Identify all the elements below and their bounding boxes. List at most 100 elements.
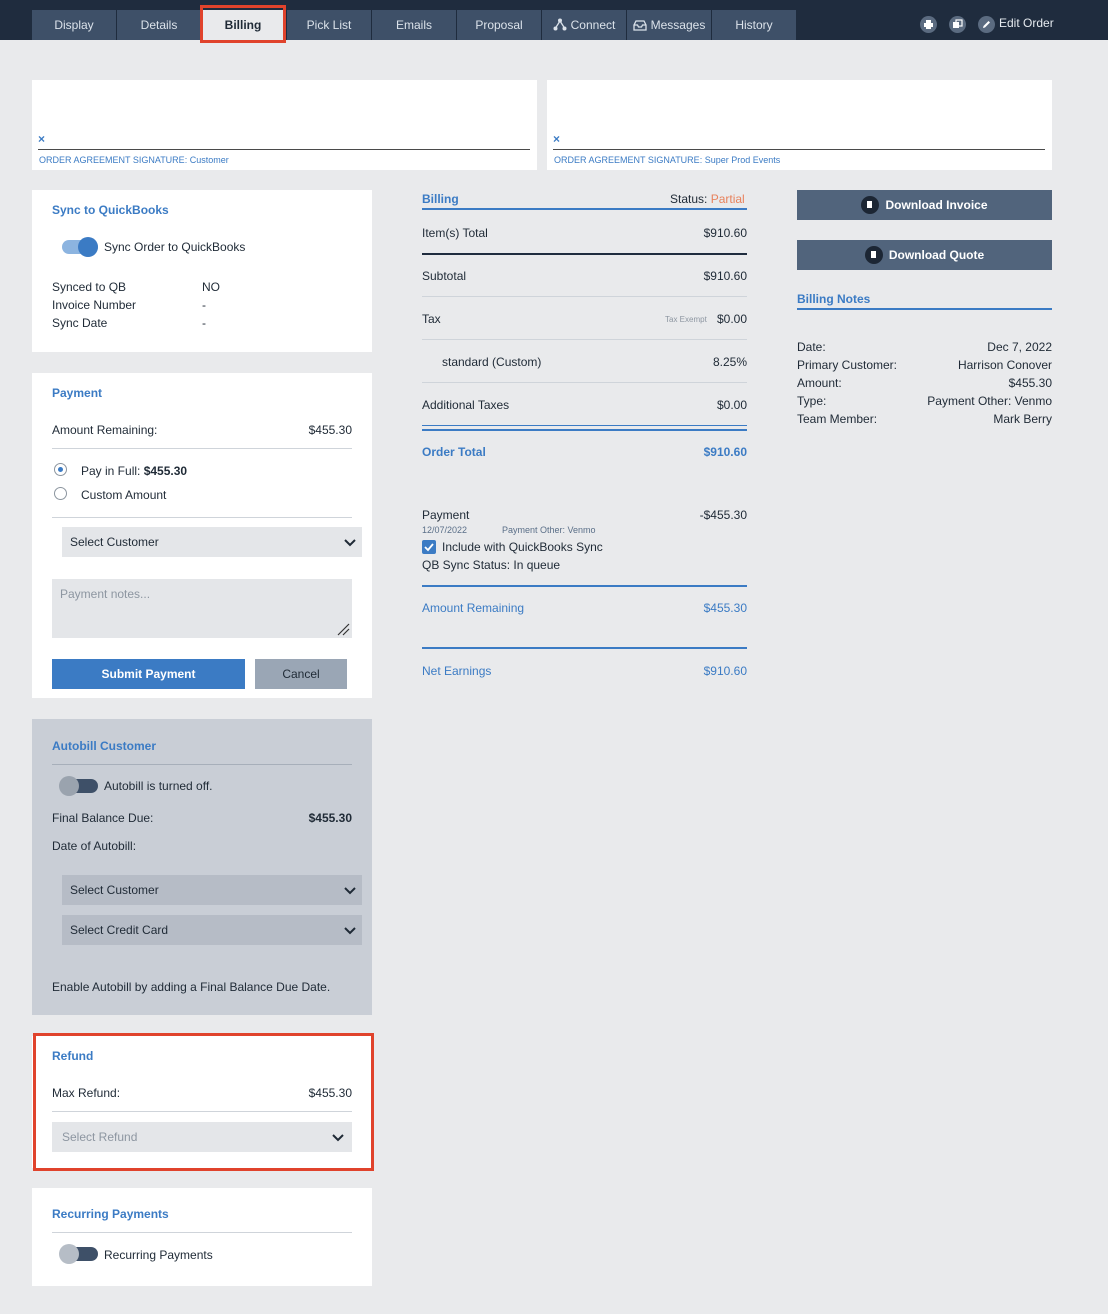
print-icon[interactable] <box>920 16 937 33</box>
custom-amount-radio[interactable] <box>54 487 67 500</box>
resize-handle-icon[interactable] <box>336 622 350 636</box>
subtotal-value: $910.60 <box>703 269 747 283</box>
net-earnings-label: Net Earnings <box>422 664 492 678</box>
billing-status: Status: Partial <box>670 192 745 206</box>
net-earnings-value: $910.60 <box>703 664 747 678</box>
tab-history[interactable]: History <box>712 10 796 40</box>
divider <box>422 253 747 255</box>
billing-tab-highlight <box>200 5 286 43</box>
note-amount-label: Amount: <box>797 376 842 390</box>
pay-full-radio[interactable] <box>54 463 67 476</box>
company-signature-pad[interactable]: × ORDER AGREEMENT SIGNATURE: Super Prod … <box>547 80 1052 170</box>
checkmark-icon <box>424 543 434 552</box>
tab-display[interactable]: Display <box>32 10 116 40</box>
duplicate-icon[interactable] <box>949 16 966 33</box>
download-quote-label: Download Quote <box>888 248 985 262</box>
recurring-toggle[interactable] <box>59 1244 98 1264</box>
divider <box>52 764 352 765</box>
payment-card: Payment Amount Remaining: $455.30 Pay in… <box>32 373 372 698</box>
pay-full-label: Pay in Full: $455.30 <box>81 464 187 478</box>
invoice-number-label: Invoice Number <box>52 298 137 312</box>
divider <box>422 382 747 383</box>
divider <box>797 308 1052 310</box>
amount-remaining-summary-value: $455.30 <box>703 601 747 615</box>
status-badge: Partial <box>710 192 745 206</box>
select-value: Select Credit Card <box>70 923 169 937</box>
tab-messages-label: Messages <box>650 18 706 32</box>
custom-amount-label: Custom Amount <box>81 488 167 502</box>
note-team-label: Team Member: <box>797 412 878 426</box>
tab-details[interactable]: Details <box>117 10 201 40</box>
tax-label: Tax <box>422 312 441 326</box>
payment-notes-input[interactable]: Payment notes... <box>52 579 352 638</box>
submit-payment-button[interactable]: Submit Payment <box>52 659 245 689</box>
payment-customer-select[interactable]: Select Customer <box>62 527 362 557</box>
chevron-down-icon <box>344 887 356 895</box>
clear-signature-icon[interactable]: × <box>38 132 45 146</box>
quickbooks-title: Sync to QuickBooks <box>52 203 169 217</box>
notes-placeholder: Payment notes... <box>60 587 151 601</box>
synced-label: Synced to QB <box>52 280 127 294</box>
cancel-button[interactable]: Cancel <box>255 659 347 689</box>
pay-full-text: Pay in Full: <box>81 464 144 478</box>
signature-line <box>38 149 530 150</box>
note-amount-value: $455.30 <box>1008 376 1052 390</box>
include-sync-checkbox[interactable] <box>422 540 436 554</box>
note-customer-label: Primary Customer: <box>797 358 898 372</box>
top-navbar: Display Details Billing Pick List Emails… <box>0 0 1108 40</box>
edit-order-link[interactable]: Edit Order <box>999 16 1054 30</box>
tab-connect-label: Connect <box>570 18 616 32</box>
download-invoice-label: Download Invoice <box>885 198 988 212</box>
inbox-icon <box>632 20 647 31</box>
chevron-down-icon <box>344 927 356 935</box>
sync-date-value: - <box>202 316 206 330</box>
select-value: Select Customer <box>70 883 159 897</box>
sync-date-label: Sync Date <box>52 316 108 330</box>
note-date-label: Date: <box>797 340 826 354</box>
qb-sync-status: QB Sync Status: In queue <box>422 558 561 572</box>
divider <box>422 296 747 297</box>
customer-signature-caption: ORDER AGREEMENT SIGNATURE: Customer <box>39 155 229 165</box>
connect-icon <box>553 18 567 31</box>
sync-qb-toggle[interactable] <box>62 237 98 257</box>
divider <box>52 1232 352 1233</box>
select-value: Select Customer <box>70 535 159 549</box>
tab-pick-list[interactable]: Pick List <box>287 10 371 40</box>
items-total-value: $910.60 <box>703 226 747 240</box>
tax-value: $0.00 <box>716 312 747 326</box>
document-icon <box>864 246 883 264</box>
autobill-title: Autobill Customer <box>52 739 156 753</box>
tab-messages[interactable]: Messages <box>627 10 711 40</box>
credit-card-select[interactable]: Select Credit Card <box>62 915 362 945</box>
items-total-label: Item(s) Total <box>422 226 488 240</box>
divider <box>52 517 352 518</box>
tab-emails[interactable]: Emails <box>372 10 456 40</box>
autobill-toggle[interactable] <box>59 776 98 796</box>
amount-remaining-label: Amount Remaining: <box>52 423 158 437</box>
final-balance-value: $455.30 <box>308 811 352 825</box>
pencil-icon[interactable] <box>978 16 995 33</box>
amount-remaining-summary-label: Amount Remaining <box>422 601 525 615</box>
divider <box>52 448 352 449</box>
download-quote-button[interactable]: Download Quote <box>797 240 1052 270</box>
recurring-card: Recurring Payments Recurring Payments <box>32 1188 372 1286</box>
company-signature-caption: ORDER AGREEMENT SIGNATURE: Super Prod Ev… <box>554 155 781 165</box>
tab-connect[interactable]: Connect <box>542 10 626 40</box>
divider <box>422 425 747 426</box>
include-sync-label: Include with QuickBooks Sync <box>442 540 603 554</box>
divider <box>422 208 747 210</box>
document-icon <box>861 196 880 214</box>
note-type-label: Type: <box>797 394 827 408</box>
customer-signature-pad[interactable]: × ORDER AGREEMENT SIGNATURE: Customer <box>32 80 537 170</box>
clear-signature-icon[interactable]: × <box>553 132 560 146</box>
signature-line <box>553 149 1045 150</box>
toggle-knob <box>78 237 98 257</box>
download-invoice-button[interactable]: Download Invoice <box>797 190 1052 220</box>
tab-proposal[interactable]: Proposal <box>457 10 541 40</box>
final-balance-label: Final Balance Due: <box>52 811 154 825</box>
recurring-title: Recurring Payments <box>52 1207 169 1221</box>
autobill-customer-select[interactable]: Select Customer <box>62 875 362 905</box>
standard-tax-value: 8.25% <box>712 355 747 369</box>
autobill-date-label: Date of Autobill: <box>52 839 137 853</box>
subtotal-label: Subtotal <box>422 269 467 283</box>
